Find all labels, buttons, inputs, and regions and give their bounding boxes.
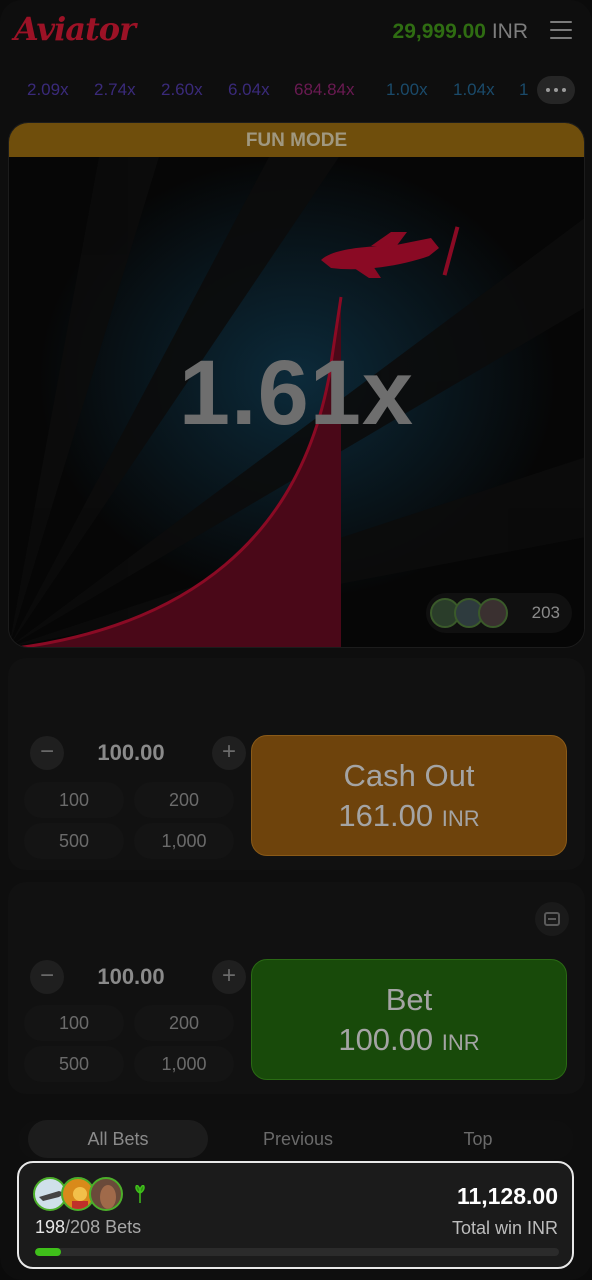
bets-progress-fill <box>35 1248 62 1256</box>
bets-current: 198 <box>35 1217 66 1237</box>
current-multiplier: 1.61x <box>178 342 415 444</box>
quick-amount-button[interactable]: 200 <box>134 1005 234 1041</box>
tab-top[interactable]: Top <box>388 1120 568 1158</box>
player-avatar <box>478 598 508 628</box>
online-players: 203 <box>426 593 572 633</box>
history-item[interactable]: 684.84x <box>294 80 355 100</box>
bet-panel-1: − 100.00 + 100 200 500 1,000 Cash Out 16… <box>8 658 585 870</box>
total-win-label: Total win INR <box>451 1218 558 1238</box>
cash-out-button[interactable]: Cash Out 161.00 INR <box>251 735 567 856</box>
bets-tabs: All Bets Previous Top <box>18 1120 574 1160</box>
history-item[interactable]: 1 <box>519 80 528 100</box>
players-count: 203 <box>531 603 560 622</box>
bet-amount: 100.00 <box>338 1022 434 1057</box>
quick-amount-button[interactable]: 500 <box>24 823 124 859</box>
bets-summary: 198/208 Bets 11,128.00 Total win INR <box>17 1161 574 1269</box>
quick-amount-button[interactable]: 1,000 <box>134 1046 234 1082</box>
app-frame: Aviator 29,999.00 INR 2.09x 2.74x 2.60x … <box>0 0 592 1280</box>
bet-panel-2: − 100.00 + 100 200 500 1,000 Bet 100.00 … <box>8 882 585 1094</box>
amount-stepper: − 100.00 + <box>26 733 246 773</box>
tab-all-bets[interactable]: All Bets <box>28 1120 208 1158</box>
more-dots-icon[interactable] <box>537 76 575 104</box>
history-item[interactable]: 1.04x <box>453 80 495 100</box>
history-item[interactable]: 2.74x <box>94 80 136 100</box>
multiplier-history: 2.09x 2.74x 2.60x 6.04x 684.84x 1.00x 1.… <box>0 74 592 108</box>
cash-out-amount-line: 161.00 INR <box>252 798 566 834</box>
tab-previous[interactable]: Previous <box>208 1120 388 1158</box>
bets-total: /208 Bets <box>65 1217 142 1237</box>
decrease-button[interactable]: − <box>30 736 64 770</box>
avatar <box>89 1177 123 1211</box>
amount-stepper: − 100.00 + <box>26 957 246 997</box>
balance-currency: INR <box>491 20 528 43</box>
increase-button[interactable]: + <box>212 736 246 770</box>
header: Aviator 29,999.00 INR <box>0 0 592 62</box>
bet-amount-line: 100.00 INR <box>252 1022 566 1058</box>
game-board: FUN MODE 1.61x 203 <box>8 122 585 648</box>
aviator-logo: Aviator <box>14 10 136 48</box>
decrease-button[interactable]: − <box>30 960 64 994</box>
cash-out-label: Cash Out <box>343 758 475 793</box>
balance-amount: 29,999.00 <box>392 20 486 43</box>
bet-button[interactable]: Bet 100.00 INR <box>251 959 567 1080</box>
quick-amount-button[interactable]: 200 <box>134 782 234 818</box>
cash-out-amount: 161.00 <box>338 798 434 833</box>
total-win-amount: 11,128.00 <box>456 1183 558 1209</box>
cash-out-currency: INR <box>441 806 480 831</box>
quick-amount-button[interactable]: 500 <box>24 1046 124 1082</box>
bets-progress-bar <box>35 1248 559 1256</box>
history-item[interactable]: 1.00x <box>386 80 428 100</box>
remove-panel-icon[interactable] <box>535 902 569 936</box>
history-item[interactable]: 6.04x <box>228 80 270 100</box>
hamburger-menu-icon[interactable] <box>550 21 572 41</box>
quick-amount-button[interactable]: 100 <box>24 1005 124 1041</box>
quick-amount-button[interactable]: 100 <box>24 782 124 818</box>
fun-mode-banner: FUN MODE <box>9 123 584 157</box>
bet-label: Bet <box>385 982 433 1017</box>
leaf-icon <box>135 1185 145 1203</box>
increase-button[interactable]: + <box>212 960 246 994</box>
bet-currency: INR <box>441 1030 480 1055</box>
bet-amount-input[interactable]: 100.00 <box>66 964 196 990</box>
bets-count: 198/208 Bets <box>35 1217 141 1238</box>
history-item[interactable]: 2.60x <box>161 80 203 100</box>
bet-amount-input[interactable]: 100.00 <box>66 740 196 766</box>
balance: 29,999.00 INR <box>393 20 528 44</box>
history-item[interactable]: 2.09x <box>27 80 69 100</box>
quick-amount-button[interactable]: 1,000 <box>134 823 234 859</box>
